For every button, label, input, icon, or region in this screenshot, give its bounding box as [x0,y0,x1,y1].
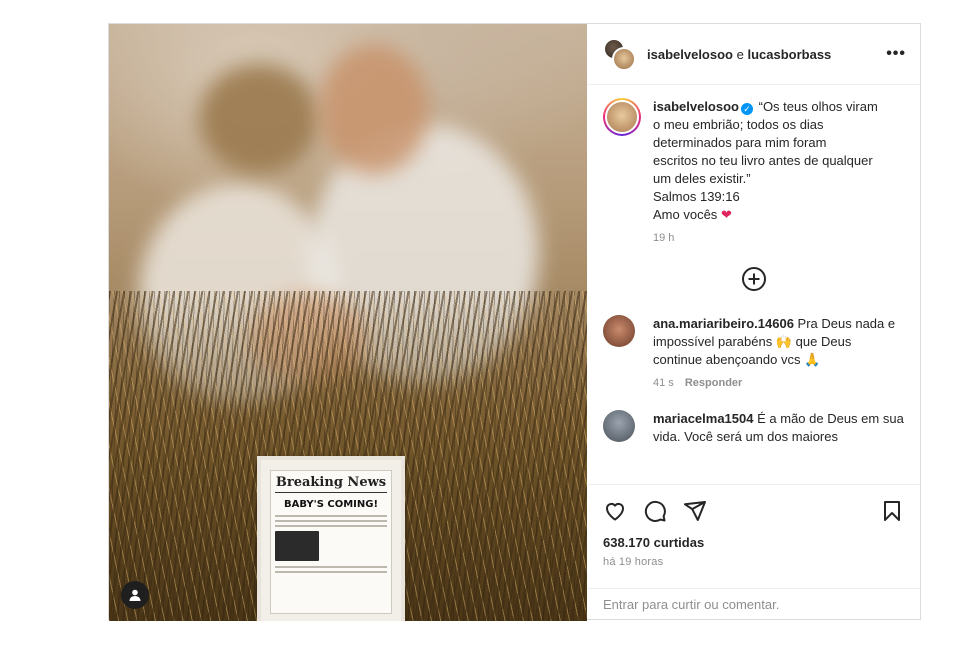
caption-line-5: Salmos 139:16 [653,189,740,204]
newspaper-paper: Breaking News BABY'S COMING! [270,470,392,614]
post-photo[interactable]: Breaking News BABY'S COMING! [109,24,587,621]
load-more-wrap [603,267,904,291]
comment-username[interactable]: mariacelma1504 [653,411,753,426]
bookmark-icon[interactable] [880,499,904,523]
praying-hands-emoji: 🙏 [804,352,821,367]
caption-line-4: um deles existir.” [653,171,751,186]
action-icons [603,497,904,525]
newspaper-title: Breaking News [275,475,387,493]
caption-avatar[interactable] [603,98,641,136]
comment-body: ana.mariaribeiro.14606 Pra Deus nada e i… [653,315,904,392]
heart-emoji: ❤ [720,207,732,222]
header-username-1[interactable]: isabelvelosoo [647,47,733,62]
reply-button[interactable]: Responder [685,377,742,389]
post-actions: 638.170 curtidas há 19 horas [587,484,920,588]
comment-body: mariacelma1504 É a mão de Deus em sua vi… [653,410,904,446]
newspaper-headline: BABY'S COMING! [283,499,379,510]
post-caption: isabelvelosoo ✓ “Os teus olhos viram o me… [603,98,904,247]
header-username-2[interactable]: lucasborbass [747,47,831,62]
caption-body: isabelvelosoo ✓ “Os teus olhos viram o me… [653,98,878,247]
newspaper-text-lines-bottom [275,566,387,573]
collab-usernames: isabelvelosoo e lucasborbass [647,47,886,62]
plus-circle-icon[interactable] [741,267,766,291]
comment-icon[interactable] [643,499,667,523]
comment-avatar[interactable] [603,315,635,347]
raising-hands-emoji: 🙌 [775,334,793,349]
caption-line-3: escritos no teu livro antes de qualquer [653,153,873,168]
avatar [612,47,636,71]
comment-item: ana.mariaribeiro.14606 Pra Deus nada e i… [603,315,904,392]
post-side-panel: isabelvelosoo e lucasborbass ••• isabelv… [587,24,920,619]
caption-username[interactable]: isabelvelosoo [653,99,739,114]
post-header: isabelvelosoo e lucasborbass ••• [587,24,920,85]
comment-time[interactable]: 41 s [653,377,674,389]
ultrasound-image [275,531,319,561]
comment-avatar[interactable] [603,410,635,442]
header-joiner: e [736,46,744,62]
likes-count[interactable]: 638.170 curtidas [603,535,904,550]
user-tag-icon[interactable] [121,581,149,609]
newspaper-text-lines [275,515,387,527]
heart-icon[interactable] [603,499,627,523]
caption-line-1: o meu embrião; todos os dias [653,117,824,132]
comment-meta: 41 s Responder [653,374,904,392]
caption-time[interactable]: 19 h [653,229,878,247]
collab-avatars[interactable] [603,38,636,71]
comments-scroll-area[interactable]: isabelvelosoo ✓ “Os teus olhos viram o me… [587,85,920,484]
caption-line-2: determinados para mim foram [653,135,827,150]
comment-username[interactable]: ana.mariaribeiro.14606 [653,316,794,331]
more-horizontal-icon[interactable]: ••• [886,45,906,63]
post-time[interactable]: há 19 horas [603,556,904,568]
instagram-post: Breaking News BABY'S COMING! isabelvelos… [108,23,921,621]
photo-face [319,44,429,174]
login-link[interactable]: Entrar [603,597,638,612]
comment-item: mariacelma1504 É a mão de Deus em sua vi… [603,410,904,446]
photo-hair [199,64,319,174]
login-prompt-text: para curtir ou comentar. [642,596,780,612]
verified-badge-icon: ✓ [740,103,753,115]
caption-line-0: “Os teus olhos viram [758,99,878,114]
send-icon[interactable] [683,499,707,523]
newspaper-frame: Breaking News BABY'S COMING! [257,456,405,621]
login-prompt: Entrar para curtir ou comentar. [587,588,920,619]
caption-closing-line: Amo vocês ❤ [653,206,878,224]
caption-closing: Amo vocês [653,207,718,222]
